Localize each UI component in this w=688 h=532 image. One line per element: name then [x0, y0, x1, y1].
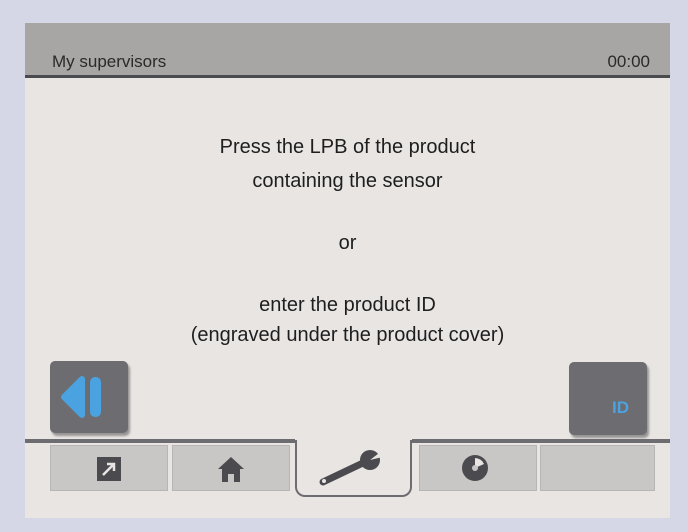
- instruction-line-1: Press the LPB of the product: [219, 136, 476, 158]
- wrench-icon: [319, 450, 387, 486]
- tab-disc[interactable]: [419, 445, 537, 491]
- home-icon: [218, 457, 244, 482]
- tab-divider-left: [25, 439, 295, 443]
- back-button[interactable]: [50, 361, 128, 433]
- device-screen: My supervisors 00:00 Press the LPB of th…: [25, 23, 670, 518]
- page-title: My supervisors: [52, 52, 167, 71]
- back-icon: [61, 376, 101, 418]
- clock: 00:00: [607, 52, 650, 71]
- header-bar: My supervisors 00:00: [25, 23, 670, 78]
- tab-empty[interactable]: [540, 445, 655, 491]
- instruction-line-2: containing the sensor: [252, 170, 443, 192]
- instruction-line-4: (engraved under the product cover): [190, 324, 505, 346]
- shortcut-arrow-icon: [97, 457, 121, 481]
- tab-shortcuts[interactable]: [50, 445, 168, 491]
- instruction-or: or: [338, 232, 357, 254]
- instruction-line-3: enter the product ID: [259, 294, 436, 316]
- tab-settings[interactable]: [295, 440, 412, 497]
- id-button-label: ID: [612, 398, 629, 417]
- tab-divider-right: [412, 439, 670, 443]
- disc-icon: [462, 455, 488, 481]
- enter-id-button[interactable]: ID: [569, 362, 647, 435]
- tab-home[interactable]: [172, 445, 290, 491]
